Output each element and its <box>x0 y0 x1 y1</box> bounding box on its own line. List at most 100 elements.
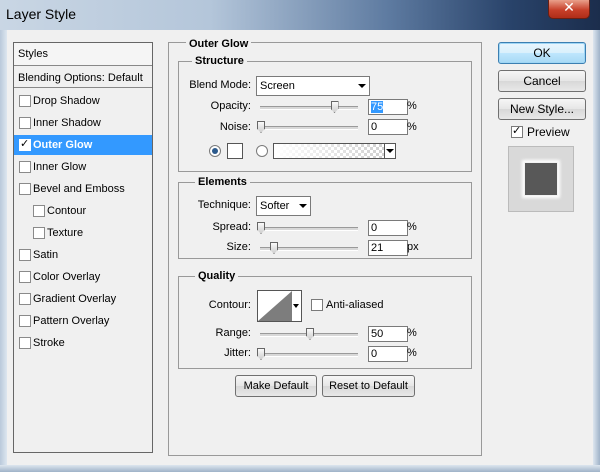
panel-title: Outer Glow <box>186 38 252 50</box>
noise-input[interactable]: 0 <box>368 119 408 135</box>
cancel-button[interactable]: Cancel <box>498 70 586 92</box>
size-input[interactable]: 21 <box>368 240 408 256</box>
style-checkbox-inner-glow[interactable] <box>19 161 31 173</box>
style-item-pattern-overlay[interactable]: Pattern Overlay <box>14 311 152 331</box>
glow-color-radio[interactable] <box>209 145 221 157</box>
chevron-down-icon <box>358 84 366 88</box>
size-unit: px <box>407 241 419 253</box>
spread-value: 0 <box>371 222 378 234</box>
style-checkbox-satin[interactable] <box>19 249 31 261</box>
style-label-outer-glow: Outer Glow <box>33 139 93 151</box>
glow-color-swatch[interactable] <box>227 143 243 159</box>
style-checkbox-gradient-overlay[interactable] <box>19 293 31 305</box>
style-checkbox-inner-shadow[interactable] <box>19 117 31 129</box>
style-item-stroke[interactable]: Stroke <box>14 333 152 353</box>
style-checkbox-drop-shadow[interactable] <box>19 95 31 107</box>
opacity-input[interactable]: 75 <box>368 99 408 115</box>
jitter-unit: % <box>407 347 417 359</box>
style-item-color-overlay[interactable]: Color Overlay <box>14 267 152 287</box>
preview-thumbnail <box>508 146 574 212</box>
elements-title: Elements <box>195 176 250 188</box>
style-item-bevel-and-emboss[interactable]: Bevel and Emboss <box>14 179 152 199</box>
size-value: 21 <box>371 242 384 254</box>
style-label-texture: Texture <box>47 227 84 239</box>
style-item-gradient-overlay[interactable]: Gradient Overlay <box>14 289 152 309</box>
contour-dropdown-icon[interactable] <box>292 290 302 322</box>
ok-button[interactable]: OK <box>498 42 586 64</box>
gradient-fade <box>274 144 394 158</box>
technique-value: Softer <box>260 200 290 212</box>
style-checkbox-texture[interactable] <box>33 227 45 239</box>
new-style-button[interactable]: New Style... <box>498 98 586 120</box>
range-input[interactable]: 50 <box>368 326 408 342</box>
anti-aliased-checkbox[interactable] <box>311 299 323 311</box>
window-border-left <box>0 30 7 472</box>
size-label: Size: <box>226 241 251 253</box>
opacity-value: 75 <box>371 101 384 113</box>
style-label-color-overlay: Color Overlay <box>33 271 101 283</box>
styles-header[interactable]: Styles <box>14 43 152 66</box>
technique-label: Technique: <box>197 199 251 211</box>
spread-slider[interactable] <box>260 227 358 231</box>
opacity-slider[interactable] <box>260 106 358 110</box>
jitter-value: 0 <box>371 348 378 360</box>
range-value: 50 <box>371 328 384 340</box>
jitter-input[interactable]: 0 <box>368 346 408 362</box>
noise-slider[interactable] <box>260 126 358 130</box>
glow-gradient-radio[interactable] <box>256 145 268 157</box>
style-checkbox-stroke[interactable] <box>19 337 31 349</box>
style-item-texture[interactable]: Texture <box>14 223 152 243</box>
jitter-slider[interactable] <box>260 353 358 357</box>
close-icon: ✕ <box>563 0 575 16</box>
style-checkbox-contour[interactable] <box>33 205 45 217</box>
style-label-inner-shadow: Inner Shadow <box>33 117 101 129</box>
window-title: Layer Style <box>6 6 77 22</box>
style-checkbox-color-overlay[interactable] <box>19 271 31 283</box>
style-label-bevel-and-emboss: Bevel and Emboss <box>33 183 125 195</box>
opacity-unit: % <box>407 100 417 112</box>
preview-checkbox[interactable]: ✓ <box>511 124 523 138</box>
style-item-outer-glow[interactable]: ✓ Outer Glow <box>14 135 152 155</box>
spread-unit: % <box>407 221 417 233</box>
style-item-satin[interactable]: Satin <box>14 245 152 265</box>
contour-picker[interactable] <box>257 290 293 322</box>
preview-label: Preview <box>527 125 570 139</box>
style-item-drop-shadow[interactable]: Drop Shadow <box>14 91 152 111</box>
spread-input[interactable]: 0 <box>368 220 408 236</box>
anti-aliased-label: Anti-aliased <box>326 299 384 311</box>
style-checkbox-pattern-overlay[interactable] <box>19 315 31 327</box>
noise-unit: % <box>407 121 417 133</box>
spread-label: Spread: <box>212 221 251 233</box>
style-label-gradient-overlay: Gradient Overlay <box>33 293 117 305</box>
blend-mode-value: Screen <box>260 80 295 92</box>
gradient-dropdown-icon[interactable] <box>384 143 396 159</box>
layer-style-dialog: Layer Style ✕ Styles Blending Options: D… <box>0 0 600 472</box>
blending-options-item[interactable]: Blending Options: Default <box>14 67 152 88</box>
range-unit: % <box>407 327 417 339</box>
styles-list: Styles Blending Options: Default Drop Sh… <box>13 42 153 453</box>
close-button[interactable]: ✕ <box>548 0 590 19</box>
reset-to-default-button[interactable]: Reset to Default <box>322 375 415 397</box>
style-item-inner-glow[interactable]: Inner Glow <box>14 157 152 177</box>
style-label-satin: Satin <box>33 249 59 261</box>
blend-mode-label: Blend Mode: <box>189 79 251 91</box>
style-label-inner-glow: Inner Glow <box>33 161 87 173</box>
blend-mode-dropdown[interactable]: Screen <box>256 76 370 96</box>
noise-value: 0 <box>371 121 378 133</box>
quality-title: Quality <box>195 270 239 282</box>
style-item-contour[interactable]: Contour <box>14 201 152 221</box>
style-item-inner-shadow[interactable]: Inner Shadow <box>14 113 152 133</box>
style-label-drop-shadow: Drop Shadow <box>33 95 100 107</box>
style-label-stroke: Stroke <box>33 337 65 349</box>
style-label-contour: Contour <box>47 205 87 217</box>
style-label-pattern-overlay: Pattern Overlay <box>33 315 110 327</box>
make-default-button[interactable]: Make Default <box>235 375 317 397</box>
preview-layer-square <box>524 162 558 196</box>
style-checkbox-bevel-and-emboss[interactable] <box>19 183 31 195</box>
title-bar[interactable]: Layer Style ✕ <box>0 0 600 30</box>
checkmark-icon: ✓ <box>512 124 522 137</box>
contour-curve-icon <box>258 291 292 321</box>
technique-dropdown[interactable]: Softer <box>256 196 311 216</box>
glow-gradient-picker[interactable] <box>273 143 395 159</box>
style-checkbox-outer-glow[interactable]: ✓ <box>19 137 31 151</box>
